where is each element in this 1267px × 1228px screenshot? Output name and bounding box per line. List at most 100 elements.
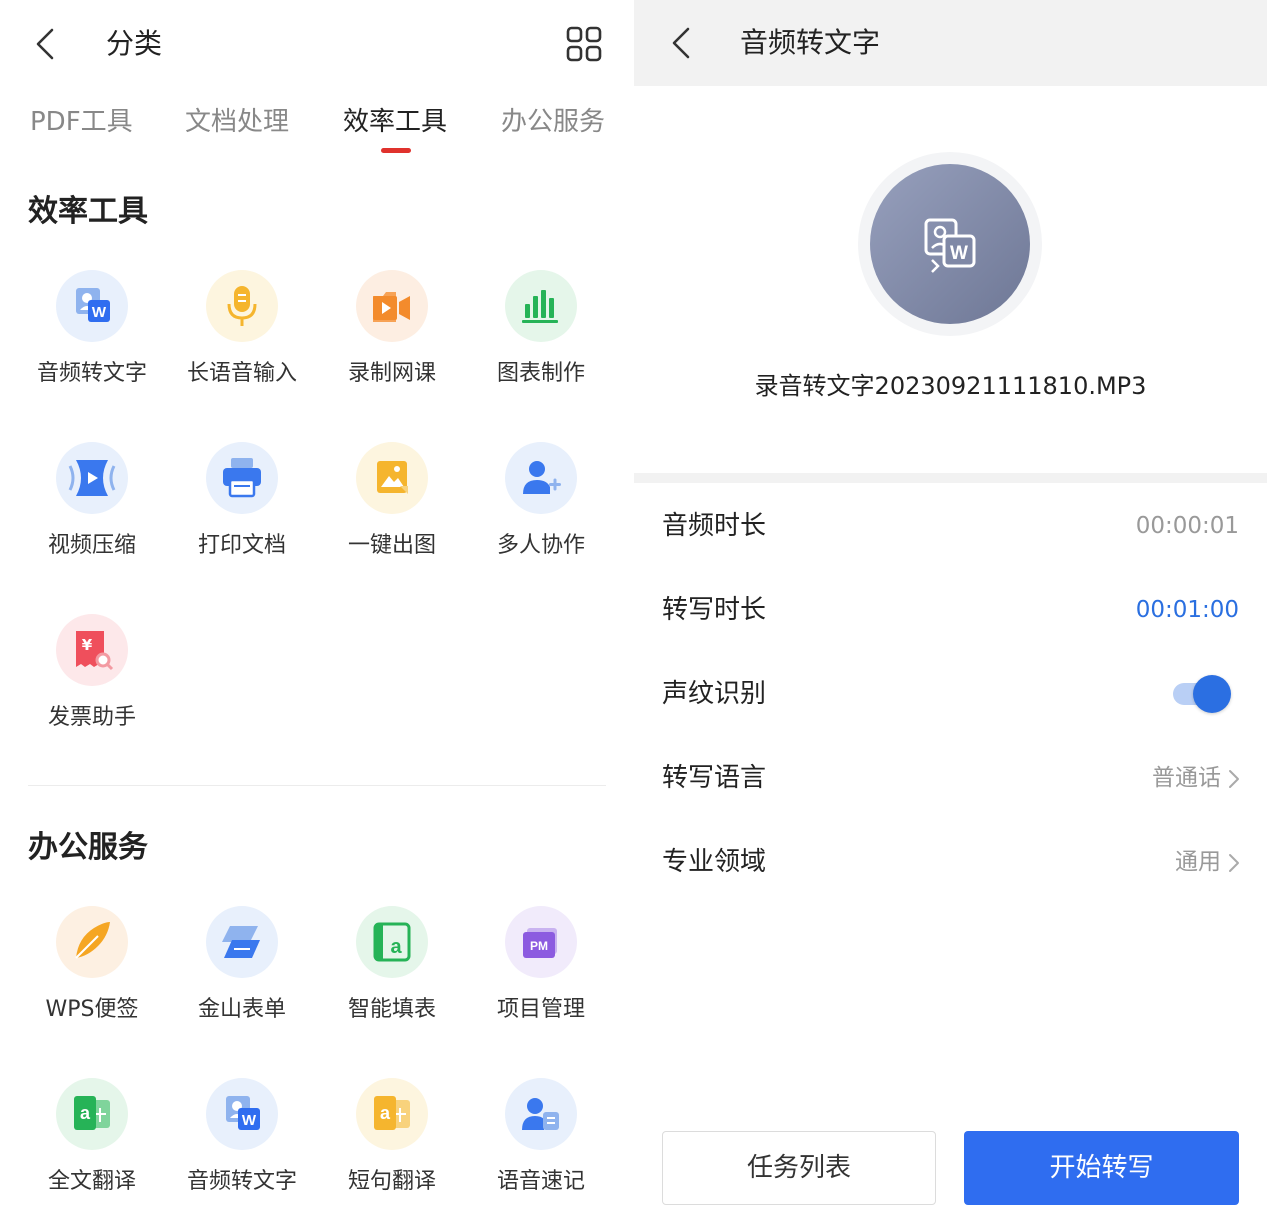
svg-text:PM: PM xyxy=(530,939,548,953)
task-list-button[interactable]: 任务列表 xyxy=(662,1131,936,1205)
tool-print-document[interactable]: 打印文档 xyxy=(172,442,312,582)
section-divider xyxy=(634,473,1267,483)
audio-to-text-panel: 音频转文字 W 录音转文字20230921111810.MP3 音频时长 00:… xyxy=(634,0,1267,1228)
page-title: 音频转文字 xyxy=(740,26,881,59)
tool-audio-to-text[interactable]: W 音频转文字 xyxy=(22,270,162,410)
tool-full-text-translate[interactable]: a 全文翻译 xyxy=(22,1078,162,1218)
category-header: 分类 xyxy=(0,0,634,88)
tool-one-click-image[interactable]: 一键出图 xyxy=(322,442,462,582)
tool-smart-form-fill[interactable]: a 智能填表 xyxy=(322,906,462,1046)
setting-label: 转写时长 xyxy=(662,595,767,625)
setting-label: 声纹识别 xyxy=(662,679,767,709)
grid-view-icon[interactable] xyxy=(566,26,602,62)
tool-label: 长语音输入 xyxy=(186,361,297,386)
tool-label: 项目管理 xyxy=(496,997,585,1022)
tool-label: 一键出图 xyxy=(347,533,436,558)
printer-icon xyxy=(206,442,278,514)
svg-text:a: a xyxy=(390,936,402,958)
image-icon xyxy=(356,442,428,514)
page-title: 分类 xyxy=(106,27,163,60)
chevron-right-icon xyxy=(1229,770,1239,788)
setting-label: 音频时长 xyxy=(662,511,767,541)
tool-label: 智能填表 xyxy=(347,997,436,1022)
tool-label: 视频压缩 xyxy=(47,533,136,558)
tool-label: 录制网课 xyxy=(347,361,436,386)
tool-label: 金山表单 xyxy=(197,997,286,1022)
section-title-office-services: 办公服务 xyxy=(28,830,148,865)
screen: 分类 PDF工具 文档处理 效率工具 办公服务 效率工具 W 音频转文字 长语音… xyxy=(0,0,1267,1228)
audio-to-word-icon: W xyxy=(870,164,1030,324)
tool-project-management[interactable]: PM 项目管理 xyxy=(471,906,611,1046)
tool-wps-note[interactable]: WPS便签 xyxy=(22,906,162,1046)
tool-voice-shorthand[interactable]: 语音速记 xyxy=(471,1078,611,1218)
add-user-icon xyxy=(505,442,577,514)
tool-label: 图表制作 xyxy=(496,361,585,386)
tab-office-services[interactable]: 办公服务 xyxy=(501,102,605,142)
tab-document-processing[interactable]: 文档处理 xyxy=(185,102,289,142)
toggle-knob xyxy=(1193,675,1231,713)
tool-long-voice-input[interactable]: 长语音输入 xyxy=(172,270,312,410)
smart-form-icon: a xyxy=(356,906,428,978)
setting-audio-duration: 音频时长 00:00:01 xyxy=(634,496,1267,556)
full-translate-icon: a xyxy=(56,1078,128,1150)
tool-sentence-translate[interactable]: a 短句翻译 xyxy=(322,1078,462,1218)
microphone-icon xyxy=(206,270,278,342)
pm-icon: PM xyxy=(505,906,577,978)
tool-label: 全文翻译 xyxy=(47,1169,136,1194)
svg-text:W: W xyxy=(92,304,107,321)
tool-kingsoft-form[interactable]: 金山表单 xyxy=(172,906,312,1046)
feather-note-icon xyxy=(56,906,128,978)
tool-label: 语音速记 xyxy=(496,1169,585,1194)
back-arrow-icon[interactable] xyxy=(666,25,696,61)
tool-video-compress[interactable]: 视频压缩 xyxy=(22,442,162,582)
tool-chart-maker[interactable]: 图表制作 xyxy=(471,270,611,410)
tool-label: 发票助手 xyxy=(47,705,136,730)
setting-value: 普通话 xyxy=(1152,765,1221,791)
audio-to-text-icon: W xyxy=(206,1078,278,1150)
setting-label: 专业领域 xyxy=(662,847,767,877)
video-camera-icon xyxy=(356,270,428,342)
tool-label: 短句翻译 xyxy=(347,1169,436,1194)
tool-label: 音频转文字 xyxy=(36,361,147,386)
tab-pdf-tools[interactable]: PDF工具 xyxy=(30,102,133,142)
svg-text:¥: ¥ xyxy=(82,636,93,654)
chevron-right-icon xyxy=(1229,854,1239,872)
tool-invoice-assistant[interactable]: ¥ 发票助手 xyxy=(22,614,162,754)
audio-to-text-icon: W xyxy=(56,270,128,342)
sentence-translate-icon: a xyxy=(356,1078,428,1150)
tool-record-online-class[interactable]: 录制网课 xyxy=(322,270,462,410)
setting-value: 通用 xyxy=(1175,849,1221,875)
setting-transcribe-language[interactable]: 转写语言 普通话 xyxy=(634,748,1267,808)
bar-chart-icon xyxy=(505,270,577,342)
category-panel: 分类 PDF工具 文档处理 效率工具 办公服务 效率工具 W 音频转文字 长语音… xyxy=(0,0,634,1228)
setting-voiceprint-recognition: 声纹识别 xyxy=(634,664,1267,724)
start-transcribe-button[interactable]: 开始转写 xyxy=(964,1131,1239,1205)
svg-text:W: W xyxy=(950,243,968,264)
tab-efficiency-tools[interactable]: 效率工具 xyxy=(343,102,447,142)
svg-text:W: W xyxy=(242,1112,257,1129)
voiceprint-toggle[interactable] xyxy=(1173,674,1233,714)
form-icon xyxy=(206,906,278,978)
setting-label: 转写语言 xyxy=(662,763,767,793)
section-title-efficiency: 效率工具 xyxy=(28,194,148,229)
voice-note-icon xyxy=(505,1078,577,1150)
category-tabs: PDF工具 文档处理 效率工具 办公服务 xyxy=(0,96,634,156)
audio-header: 音频转文字 xyxy=(634,0,1267,86)
tool-label: 打印文档 xyxy=(197,533,286,558)
active-tab-indicator xyxy=(381,148,411,153)
invoice-icon: ¥ xyxy=(56,614,128,686)
setting-value: 00:00:01 xyxy=(1135,513,1239,539)
tool-label: 多人协作 xyxy=(496,533,585,558)
tool-label: 音频转文字 xyxy=(186,1169,297,1194)
setting-transcribe-duration: 转写时长 00:01:00 xyxy=(634,580,1267,640)
video-compress-icon xyxy=(56,442,128,514)
tool-audio-to-text-2[interactable]: W 音频转文字 xyxy=(172,1078,312,1218)
svg-text:a: a xyxy=(80,1103,91,1123)
back-arrow-icon[interactable] xyxy=(30,26,60,62)
tool-multi-user-collab[interactable]: 多人协作 xyxy=(471,442,611,582)
svg-text:a: a xyxy=(380,1103,391,1123)
setting-value: 00:01:00 xyxy=(1135,597,1239,623)
setting-professional-domain[interactable]: 专业领域 通用 xyxy=(634,832,1267,892)
section-divider xyxy=(28,785,606,786)
file-name: 录音转文字20230921111810.MP3 xyxy=(754,372,1147,400)
